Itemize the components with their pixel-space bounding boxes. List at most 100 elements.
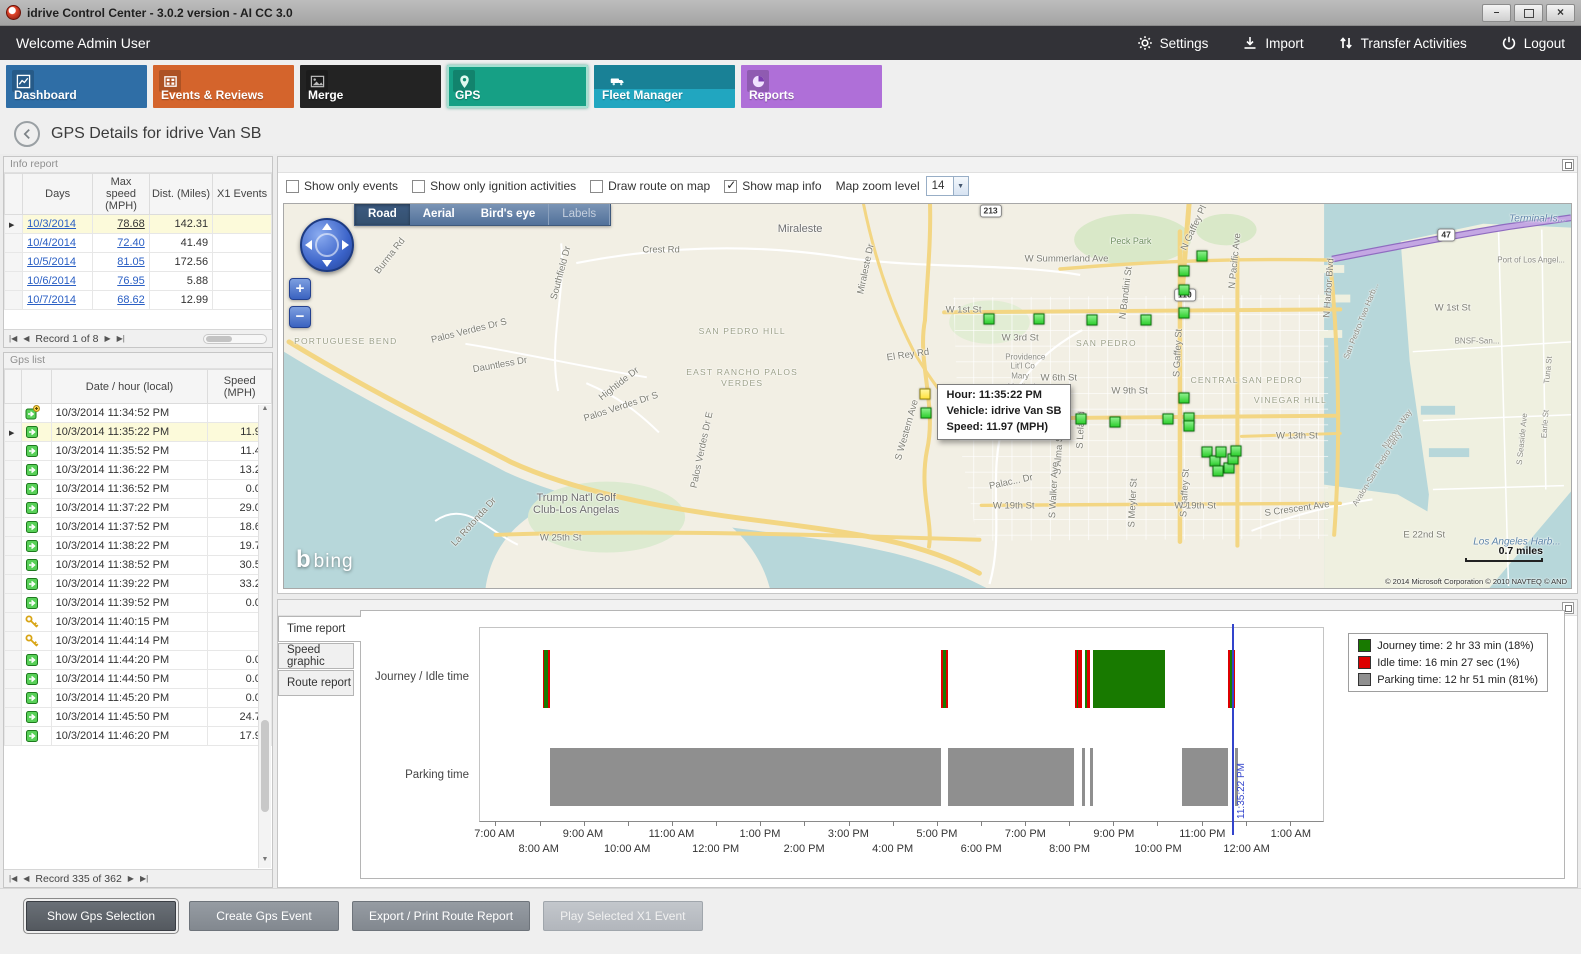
max-speed-link[interactable]: 68.62: [93, 291, 150, 310]
vehicle-marker[interactable]: [1141, 315, 1152, 326]
first-record-button[interactable]: [9, 874, 17, 883]
next-record-button[interactable]: [128, 874, 134, 883]
day-link[interactable]: 10/3/2014: [23, 215, 93, 234]
tab-time-report[interactable]: Time report: [278, 616, 361, 642]
day-link[interactable]: 10/7/2014: [23, 291, 93, 310]
last-record-button[interactable]: [140, 874, 148, 883]
gps-list-row[interactable]: 10/3/2014 11:45:20 PM 0.00: [5, 689, 272, 708]
tab-route-report[interactable]: Route report: [278, 670, 354, 696]
col-max-speed[interactable]: Max speed (MPH): [93, 174, 150, 215]
minimize-button[interactable]: [1482, 4, 1511, 22]
settings-button[interactable]: Settings: [1137, 35, 1209, 51]
selected-vehicle-marker[interactable]: [919, 389, 930, 400]
gps-list-row[interactable]: 10/3/2014 11:39:22 PM 33.21: [5, 575, 272, 594]
next-record-button[interactable]: [104, 334, 110, 343]
record-scrollbar[interactable]: [203, 334, 267, 344]
gps-list-row[interactable]: 10/3/2014 11:38:52 PM 30.55: [5, 556, 272, 575]
tab-merge[interactable]: Merge: [300, 65, 441, 108]
scroll-up-icon[interactable]: ▲: [259, 405, 271, 417]
tab-dashboard[interactable]: Dashboard: [6, 65, 147, 108]
gps-list-scrollbar[interactable]: ▲ ▼: [258, 405, 271, 868]
map-option-checkbox[interactable]: Show only ignition activities: [412, 179, 576, 193]
info-report-row[interactable]: 10/4/2014 72.40 41.49: [5, 234, 272, 253]
vehicle-marker[interactable]: [1163, 413, 1174, 424]
chevron-down-icon[interactable]: [953, 177, 968, 195]
vehicle-marker[interactable]: [1034, 314, 1045, 325]
info-report-row[interactable]: 10/3/2014 78.68 142.31: [5, 215, 272, 234]
tab-events-reviews[interactable]: Events & Reviews: [153, 65, 294, 108]
vehicle-marker[interactable]: [1087, 315, 1098, 326]
gps-list-row[interactable]: 10/3/2014 11:46:20 PM 17.93: [5, 727, 272, 746]
vehicle-marker[interactable]: [1178, 284, 1189, 295]
footer-button[interactable]: Show Gps Selection: [26, 901, 176, 931]
max-speed-link[interactable]: 78.68: [93, 215, 150, 234]
first-record-button[interactable]: [9, 334, 17, 343]
max-speed-link[interactable]: 76.95: [93, 272, 150, 291]
map-option-checkbox[interactable]: Draw route on map: [590, 179, 710, 193]
map-zoom-select[interactable]: 14: [926, 176, 969, 196]
col-dist[interactable]: Dist. (Miles): [149, 174, 212, 215]
tab-gps[interactable]: GPS: [447, 65, 588, 108]
bing-map[interactable]: Road Aerial Bird's eye Labels: [283, 203, 1572, 589]
map-option-checkbox[interactable]: Show map info: [724, 179, 821, 193]
gps-list-row[interactable]: 10/3/2014 11:40:15 PM: [5, 613, 272, 632]
gps-list-row[interactable]: 10/3/2014 11:37:22 PM 29.05: [5, 499, 272, 518]
gps-list-row[interactable]: 10/3/2014 11:45:50 PM 24.75: [5, 708, 272, 727]
scroll-down-icon[interactable]: ▼: [259, 856, 271, 868]
col-days[interactable]: Days: [23, 174, 93, 215]
gps-list-row[interactable]: 10/3/2014 11:39:52 PM 0.00: [5, 594, 272, 613]
transfer-activities-button[interactable]: Transfer Activities: [1338, 35, 1467, 51]
vehicle-marker[interactable]: [1110, 416, 1121, 427]
gps-list-row[interactable]: 10/3/2014 11:36:52 PM 0.00: [5, 480, 272, 499]
gps-list-row[interactable]: 10/3/2014 11:37:52 PM 18.63: [5, 518, 272, 537]
max-speed-link[interactable]: 72.40: [93, 234, 150, 253]
checkbox-icon[interactable]: [286, 180, 299, 193]
bing-logo[interactable]: b bing: [296, 546, 354, 574]
close-button[interactable]: [1546, 4, 1575, 22]
gps-list-row[interactable]: 10/3/2014 11:44:20 PM 0.00: [5, 651, 272, 670]
gps-list-row[interactable]: 10/3/2014 11:35:22 PM 11.97: [5, 423, 272, 442]
max-speed-link[interactable]: 81.05: [93, 253, 150, 272]
vehicle-marker[interactable]: [1178, 265, 1189, 276]
vehicle-marker[interactable]: [921, 407, 932, 418]
info-report-row[interactable]: 10/5/2014 81.05 172.56: [5, 253, 272, 272]
footer-button[interactable]: Create Gps Event: [189, 901, 339, 931]
logout-button[interactable]: Logout: [1501, 35, 1565, 51]
vehicle-marker[interactable]: [1213, 465, 1224, 476]
previous-record-button[interactable]: [23, 334, 29, 343]
tab-reports[interactable]: Reports: [741, 65, 882, 108]
footer-button[interactable]: Play Selected X1 Event: [543, 901, 702, 931]
checkbox-icon[interactable]: [590, 180, 603, 193]
vehicle-marker[interactable]: [984, 314, 995, 325]
previous-record-button[interactable]: [23, 874, 29, 883]
time-chart-plot[interactable]: 11:35:22 PM: [479, 627, 1324, 822]
collapse-map-panel-button[interactable]: [1562, 159, 1574, 171]
gps-list-row[interactable]: 10/3/2014 11:35:52 PM 11.47: [5, 442, 272, 461]
vehicle-marker[interactable]: [1231, 445, 1242, 456]
scrollbar-thumb[interactable]: [206, 336, 232, 342]
checkbox-icon[interactable]: [724, 180, 737, 193]
gps-list-row[interactable]: 10/3/2014 11:34:52 PM: [5, 404, 272, 423]
tab-speed-graphic[interactable]: Speed graphic: [278, 643, 354, 669]
import-button[interactable]: Import: [1242, 35, 1303, 51]
col-date-hour[interactable]: Date / hour (local): [51, 370, 208, 404]
vehicle-marker[interactable]: [1178, 392, 1189, 403]
vehicle-marker[interactable]: [1215, 447, 1226, 458]
info-report-row[interactable]: 10/7/2014 68.62 12.99: [5, 291, 272, 310]
day-link[interactable]: 10/5/2014: [23, 253, 93, 272]
vehicle-marker[interactable]: [1183, 420, 1194, 431]
footer-button[interactable]: Export / Print Route Report: [352, 901, 530, 931]
vehicle-marker[interactable]: [1178, 308, 1189, 319]
gps-list-row[interactable]: 10/3/2014 11:36:22 PM 13.28: [5, 461, 272, 480]
maximize-button[interactable]: [1514, 4, 1543, 22]
gps-list-row[interactable]: 10/3/2014 11:44:14 PM: [5, 632, 272, 651]
last-record-button[interactable]: [117, 334, 125, 343]
map-option-checkbox[interactable]: Show only events: [286, 179, 398, 193]
back-button[interactable]: [14, 121, 40, 147]
info-report-row[interactable]: 10/6/2014 76.95 5.88: [5, 272, 272, 291]
gps-list-row[interactable]: 10/3/2014 11:44:50 PM 0.00: [5, 670, 272, 689]
checkbox-icon[interactable]: [412, 180, 425, 193]
vehicle-marker[interactable]: [1075, 413, 1086, 424]
time-cursor[interactable]: [1232, 624, 1234, 835]
scrollbar-thumb[interactable]: [261, 720, 269, 813]
